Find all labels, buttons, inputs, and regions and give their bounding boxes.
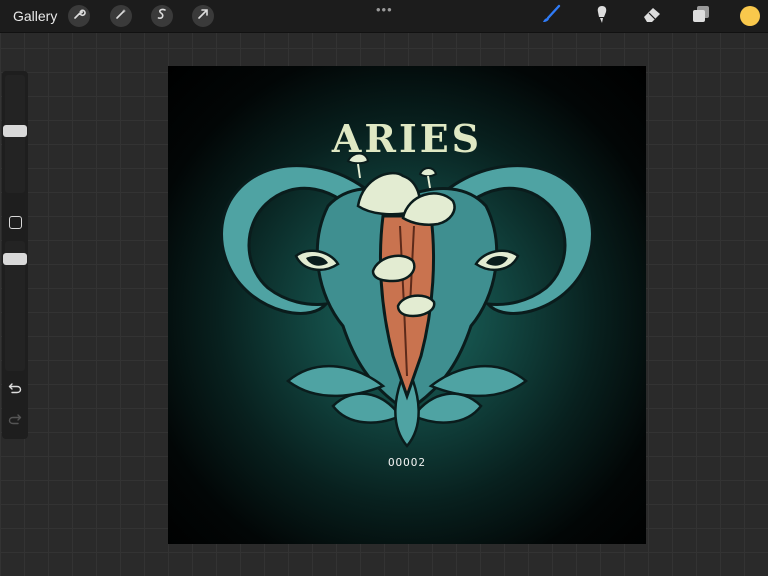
transform-arrow-icon — [196, 7, 210, 26]
gallery-button[interactable]: Gallery — [13, 8, 57, 24]
actions-button[interactable] — [68, 5, 90, 27]
more-options-dots[interactable]: ••• — [376, 2, 393, 17]
smudge-icon — [592, 4, 612, 29]
wrench-icon — [72, 7, 86, 26]
transform-button[interactable] — [192, 5, 214, 27]
drawing-canvas[interactable]: ARIES OOOO2 — [168, 66, 646, 544]
eraser-icon — [641, 4, 663, 29]
brush-icon — [541, 4, 563, 29]
brush-size-thumb[interactable] — [3, 125, 27, 137]
paint-tool-button[interactable] — [540, 4, 564, 29]
opacity-thumb[interactable] — [3, 253, 27, 265]
top-toolbar: Gallery ••• — [0, 0, 768, 33]
eraser-tool-button[interactable] — [640, 5, 664, 27]
layers-icon — [691, 4, 711, 29]
selection-s-icon — [155, 7, 169, 26]
artwork-title: ARIES — [331, 116, 483, 161]
undo-icon — [8, 381, 22, 400]
redo-button[interactable] — [8, 412, 22, 431]
modify-button[interactable] — [9, 216, 22, 229]
undo-button[interactable] — [8, 381, 22, 400]
magic-wand-icon — [114, 7, 128, 26]
layers-button[interactable] — [689, 5, 713, 27]
adjustments-button[interactable] — [110, 5, 132, 27]
color-picker-button[interactable] — [740, 6, 760, 26]
redo-icon — [8, 412, 22, 431]
left-sidebar — [2, 71, 28, 439]
smudge-tool-button[interactable] — [590, 5, 614, 27]
selection-button[interactable] — [151, 5, 173, 27]
artwork-number: OOOO2 — [387, 456, 427, 469]
